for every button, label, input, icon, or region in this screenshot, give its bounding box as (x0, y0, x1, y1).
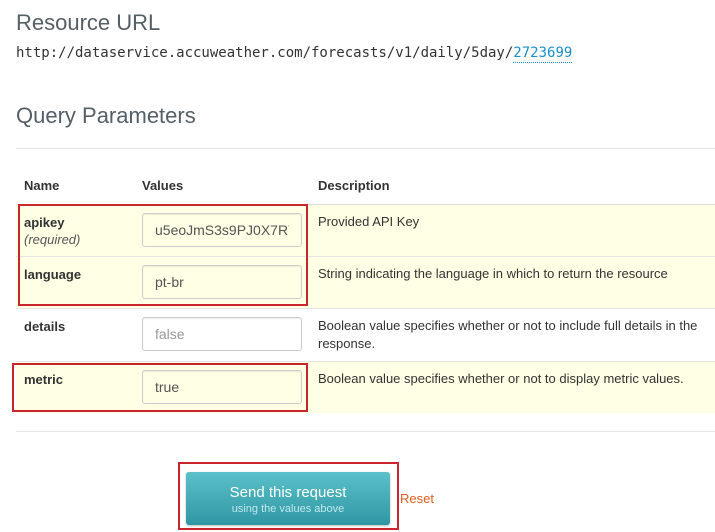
param-description-cell: Provided API Key (310, 203, 715, 256)
param-value-cell (134, 203, 310, 256)
params-table: Name Values Description apikey (required… (16, 168, 715, 413)
param-description-details: Boolean value specifies whether or not t… (318, 317, 698, 351)
param-value-cell (134, 255, 310, 308)
resource-url-heading: Resource URL (16, 10, 161, 35)
table-row-language: language String indicating the language … (16, 255, 715, 308)
send-request-button[interactable]: Send this request using the values above (186, 472, 390, 525)
param-description-apikey: Provided API Key (318, 213, 420, 229)
table-header-row: Name Values Description (16, 168, 715, 205)
language-input[interactable] (142, 264, 302, 299)
column-header-description: Description (310, 168, 715, 205)
divider-top (16, 148, 715, 149)
api-console-page: Resource URL http://dataservice.accuweat… (0, 0, 715, 532)
param-name-apikey: apikey (24, 214, 65, 230)
param-name-cell: metric (16, 360, 134, 413)
table-row-metric: metric Boolean value specifies whether o… (16, 360, 715, 413)
column-header-name: Name (16, 168, 134, 205)
param-name-cell: apikey (required) (16, 203, 134, 256)
param-required-label: (required) (24, 231, 81, 247)
table-row-apikey: apikey (required) Provided API Key (16, 203, 715, 256)
divider-bottom (16, 431, 715, 432)
column-header-values: Values (134, 168, 310, 205)
param-name-language: language (24, 266, 82, 282)
param-value-cell (134, 307, 310, 361)
send-request-label: Send this request (229, 484, 347, 501)
url-base: http://dataservice.accuweather.com/forec… (16, 45, 514, 61)
send-request-sublabel: using the values above (231, 503, 345, 515)
metric-input[interactable] (142, 369, 302, 404)
query-parameters-heading: Query Parameters (16, 103, 196, 128)
param-description-cell: Boolean value specifies whether or not t… (310, 360, 715, 413)
table-row-details: details Boolean value specifies whether … (16, 307, 715, 361)
param-name-metric: metric (24, 371, 64, 387)
param-name-details: details (24, 318, 66, 334)
param-description-cell: Boolean value specifies whether or not t… (310, 307, 715, 361)
param-description-metric: Boolean value specifies whether or not t… (318, 370, 684, 386)
url-location-key[interactable]: 2723699 (513, 45, 573, 63)
param-description-cell: String indicating the language in which … (310, 255, 715, 308)
param-name-cell: details (16, 307, 134, 361)
param-name-cell: language (16, 255, 134, 308)
reset-link[interactable]: Reset (400, 491, 434, 506)
apikey-input[interactable] (142, 212, 302, 247)
param-description-language: String indicating the language in which … (318, 265, 668, 281)
param-value-cell (134, 360, 310, 413)
resource-url: http://dataservice.accuweather.com/forec… (16, 45, 573, 63)
details-input[interactable] (142, 316, 302, 351)
